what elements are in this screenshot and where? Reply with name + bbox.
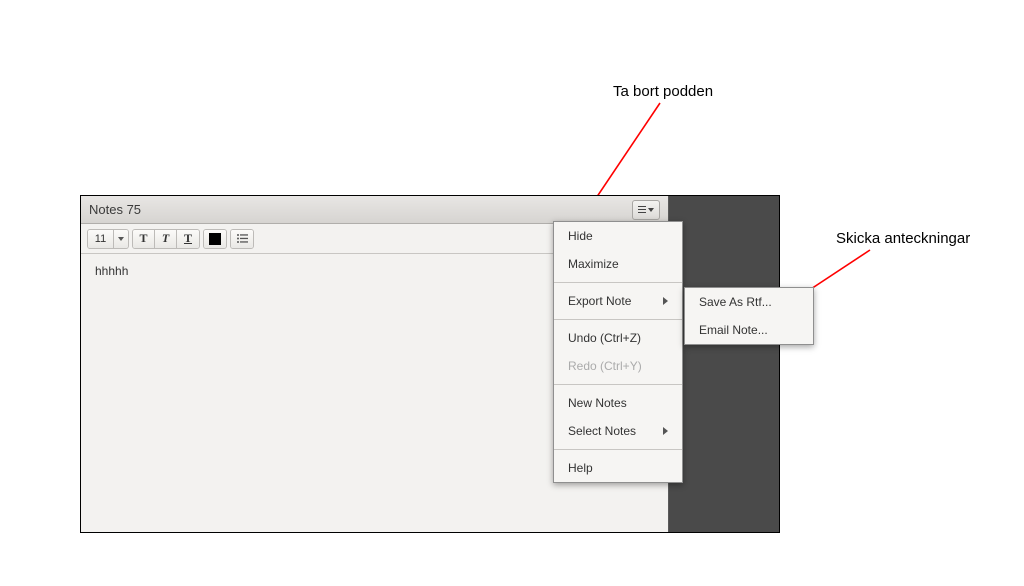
pod-options-menu: Hide Maximize Export Note Undo (Ctrl+Z) … [553, 221, 683, 483]
font-size-value[interactable]: 11 [88, 230, 114, 248]
submenu-save-as-rtf-label: Save As Rtf... [699, 295, 772, 309]
titlebar: Notes 75 [81, 196, 668, 224]
menu-help-label: Help [568, 461, 593, 475]
chevron-down-icon [648, 208, 654, 212]
chevron-right-icon [663, 297, 668, 305]
list-group [230, 229, 254, 249]
color-picker-button[interactable] [204, 230, 226, 248]
hamburger-icon [638, 206, 646, 213]
menu-maximize-label: Maximize [568, 257, 619, 271]
bullet-list-icon [236, 232, 249, 245]
menu-export-note[interactable]: Export Note [554, 287, 682, 315]
menu-help[interactable]: Help [554, 454, 682, 482]
font-size-group: 11 [87, 229, 129, 249]
annotation-send-notes: Skicka anteckningar [836, 230, 970, 247]
annotation-remove-pod: Ta bort podden [613, 83, 713, 100]
menu-select-notes-label: Select Notes [568, 424, 636, 438]
color-group [203, 229, 227, 249]
chevron-down-icon [118, 237, 124, 241]
menu-maximize[interactable]: Maximize [554, 250, 682, 278]
menu-undo[interactable]: Undo (Ctrl+Z) [554, 324, 682, 352]
menu-hide-label: Hide [568, 229, 593, 243]
menu-separator [554, 449, 682, 450]
menu-select-notes[interactable]: Select Notes [554, 417, 682, 445]
menu-redo: Redo (Ctrl+Y) [554, 352, 682, 380]
menu-redo-label: Redo (Ctrl+Y) [568, 359, 642, 373]
menu-new-notes-label: New Notes [568, 396, 627, 410]
bullet-list-button[interactable] [231, 230, 253, 248]
menu-undo-label: Undo (Ctrl+Z) [568, 331, 641, 345]
font-size-dropdown[interactable] [114, 230, 128, 248]
text-style-group: T T T [132, 229, 200, 249]
chevron-right-icon [663, 427, 668, 435]
italic-button[interactable]: T [155, 230, 177, 248]
submenu-save-as-rtf[interactable]: Save As Rtf... [685, 288, 813, 316]
menu-separator [554, 384, 682, 385]
export-note-submenu: Save As Rtf... Email Note... [684, 287, 814, 345]
submenu-email-note-label: Email Note... [699, 323, 768, 337]
menu-new-notes[interactable]: New Notes [554, 389, 682, 417]
color-swatch-icon [209, 233, 221, 245]
pod-title: Notes 75 [89, 202, 141, 217]
menu-separator [554, 282, 682, 283]
sidebar-band [669, 196, 779, 532]
underline-button[interactable]: T [177, 230, 199, 248]
submenu-email-note[interactable]: Email Note... [685, 316, 813, 344]
bold-button[interactable]: T [133, 230, 155, 248]
pod-options-button[interactable] [632, 200, 660, 220]
menu-export-note-label: Export Note [568, 294, 631, 308]
menu-hide[interactable]: Hide [554, 222, 682, 250]
menu-separator [554, 319, 682, 320]
